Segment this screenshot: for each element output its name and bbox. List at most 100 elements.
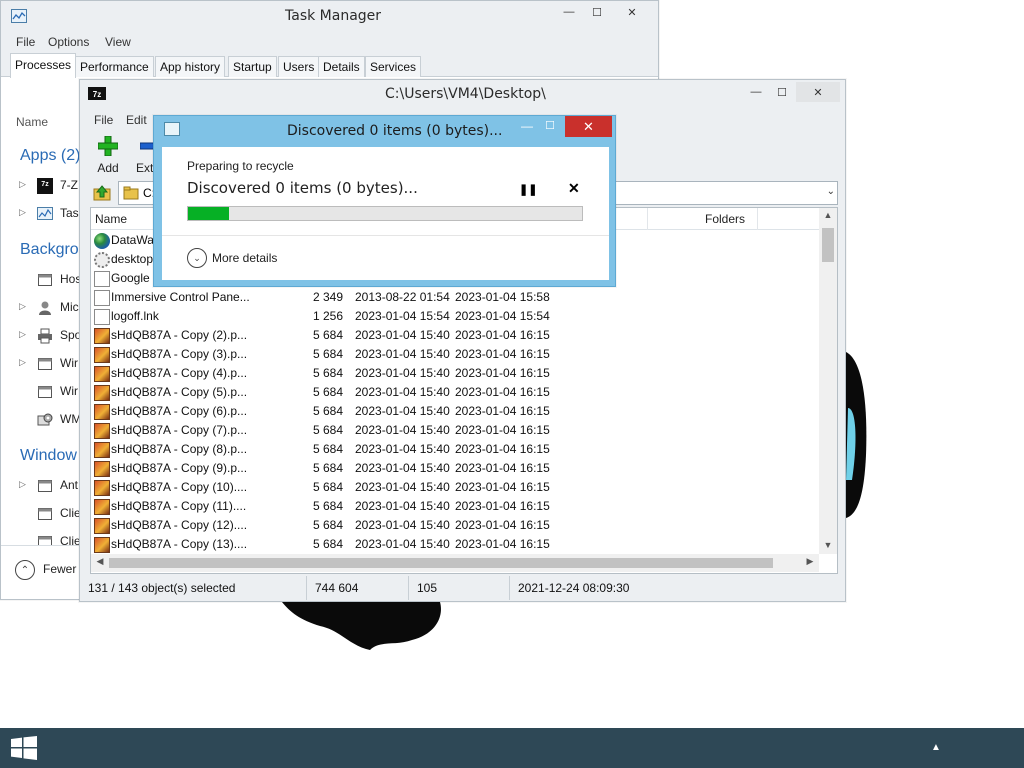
process-row[interactable]: ▷ 7z 7-Z — [1, 175, 91, 197]
expand-icon[interactable]: ▷ — [19, 179, 26, 190]
table-row[interactable]: sHdQB87A - Copy (3).p... 5 684 2023-01-04 … — [91, 345, 819, 364]
dialog-body: Preparing to recycle Discovered 0 items … — [162, 147, 609, 280]
table-row[interactable]: sHdQB87A - Copy (9).p... 5 684 2023-01-04 … — [91, 459, 819, 478]
close-button[interactable]: ✕ — [617, 2, 647, 22]
menu-options[interactable]: Options — [48, 35, 89, 49]
7zip-titlebar[interactable]: 7z C:\Users\VM4\Desktop\ — ☐ ✕ — [80, 80, 845, 106]
table-row[interactable]: sHdQB87A - Copy (2).p... 5 684 2023-01-04 … — [91, 326, 819, 345]
tab-startup[interactable]: Startup — [228, 56, 277, 77]
fewer-details-toggle[interactable]: ⌃ Fewer d — [1, 545, 91, 589]
menu-file[interactable]: File — [94, 113, 113, 127]
expand-icon[interactable]: ▷ — [19, 479, 26, 490]
tab-services[interactable]: Services — [365, 56, 422, 77]
table-row[interactable]: sHdQB87A - Copy (4).p... 5 684 2023-01-04 … — [91, 364, 819, 383]
table-row[interactable]: sHdQB87A - Copy (12).... 5 684 2023-01-04 … — [91, 516, 819, 535]
tab-performance[interactable]: Performance — [75, 56, 154, 77]
minimize-button[interactable]: — — [744, 82, 768, 102]
menu-edit[interactable]: Edit — [126, 113, 147, 127]
table-row[interactable]: logoff.lnk 1 256 2023-01-04 15:54 2023-01-0… — [91, 307, 819, 326]
start-button[interactable] — [8, 734, 40, 762]
process-row[interactable]: Clie — [1, 531, 91, 545]
scroll-right-icon[interactable]: ▶ — [802, 556, 818, 567]
scroll-thumb[interactable] — [822, 228, 834, 262]
process-row[interactable]: ▷ Ant — [1, 475, 91, 497]
up-folder-button[interactable] — [90, 181, 114, 205]
scroll-down-icon[interactable]: ▼ — [819, 540, 837, 556]
more-details-icon[interactable]: ⌄ — [187, 248, 207, 268]
status-bar: 131 / 143 object(s) selected 744 604 105… — [80, 576, 845, 600]
process-row[interactable]: Clie — [1, 503, 91, 525]
dialog-title: Discovered 0 items (0 bytes)... — [287, 123, 503, 139]
table-row[interactable]: sHdQB87A - Copy (13).... 5 684 2023-01-04 … — [91, 535, 819, 554]
column-header-name[interactable]: Name — [95, 212, 127, 226]
window-title: C:\Users\VM4\Desktop\ — [385, 86, 546, 102]
process-row[interactable]: Wir — [1, 381, 91, 403]
user-icon — [39, 301, 51, 315]
pause-icon[interactable]: ❚❚ — [519, 183, 537, 196]
file-name: sHdQB87A - Copy (6).p... — [111, 404, 248, 418]
tray-overflow-icon[interactable]: ▲ — [930, 742, 942, 754]
maximize-button[interactable]: ☐ — [539, 119, 561, 137]
file-size: 5 684 — [312, 442, 343, 456]
table-row[interactable]: sHdQB87A - Copy (5).p... 5 684 2023-01-04 … — [91, 383, 819, 402]
expand-icon[interactable]: ▷ — [19, 207, 26, 218]
column-separator[interactable] — [757, 208, 758, 230]
file-created: 2023-01-04 15:54 — [455, 309, 550, 323]
minimize-button[interactable]: — — [516, 119, 538, 137]
table-row[interactable]: sHdQB87A - Copy (6).p... 5 684 2023-01-04 … — [91, 402, 819, 421]
process-row[interactable]: Hos — [1, 269, 91, 291]
scroll-up-icon[interactable]: ▲ — [819, 210, 837, 226]
file-modified: 2023-01-04 15:40 — [355, 480, 450, 494]
expand-icon[interactable]: ▷ — [19, 329, 26, 340]
column-separator[interactable] — [647, 208, 648, 230]
maximize-button[interactable]: ☐ — [585, 2, 609, 22]
column-header-name[interactable]: Name — [16, 115, 48, 129]
scroll-thumb[interactable] — [109, 558, 773, 568]
expand-icon[interactable]: ▷ — [19, 357, 26, 368]
image-file-icon — [94, 423, 110, 439]
add-button[interactable]: Add — [84, 132, 132, 176]
expand-icon[interactable]: ▷ — [19, 301, 26, 312]
table-row[interactable]: sHdQB87A - Copy (11).... 5 684 2023-01-04 … — [91, 497, 819, 516]
maximize-button[interactable]: ☐ — [770, 82, 794, 102]
vertical-scrollbar[interactable]: ▲ ▼ — [819, 208, 837, 554]
tab-users[interactable]: Users — [278, 56, 320, 77]
file-size: 5 684 — [312, 385, 343, 399]
wallpaper-shape-bottom — [282, 602, 441, 650]
table-row[interactable]: sHdQB87A - Copy (8).p... 5 684 2023-01-04 … — [91, 440, 819, 459]
dropdown-icon[interactable]: ⌄ — [827, 186, 835, 197]
menu-file[interactable]: File — [16, 35, 35, 49]
process-row[interactable]: ▷ Spo — [1, 325, 91, 347]
scroll-left-icon[interactable]: ◀ — [92, 556, 108, 567]
process-row[interactable]: ▷ Tas — [1, 203, 91, 225]
close-icon: ✕ — [583, 119, 594, 134]
process-row[interactable]: ▷ Mic — [1, 297, 91, 319]
table-row[interactable]: sHdQB87A - Copy (7).p... 5 684 2023-01-04 … — [91, 421, 819, 440]
task-manager-titlebar[interactable]: Task Manager — ☐ ✕ — [1, 1, 658, 31]
stop-icon[interactable]: ✕ — [568, 180, 580, 197]
close-button[interactable]: ✕ — [565, 116, 612, 137]
process-row[interactable]: ▷ Wir — [1, 353, 91, 375]
column-header-folders[interactable]: Folders — [705, 212, 745, 226]
horizontal-scrollbar[interactable]: ◀ ▶ — [91, 554, 819, 572]
file-name: sHdQB87A - Copy (11).... — [111, 499, 247, 513]
file-created: 2023-01-04 16:15 — [455, 499, 550, 513]
table-row[interactable]: sHdQB87A - Copy (10).... 5 684 2023-01-04 … — [91, 478, 819, 497]
tab-processes[interactable]: Processes — [10, 53, 77, 78]
file-created: 2023-01-04 16:15 — [455, 328, 550, 342]
file-name: logoff.lnk — [111, 309, 159, 323]
process-row[interactable]: WM — [1, 409, 91, 431]
table-row[interactable]: Immersive Control Pane... 2 349 2013-08-22… — [91, 288, 819, 307]
file-size: 5 684 — [312, 518, 343, 532]
maximize-icon: ☐ — [545, 120, 555, 132]
menu-view[interactable]: View — [105, 35, 131, 49]
folder-up-icon — [93, 185, 111, 201]
close-icon: ✕ — [813, 86, 823, 99]
image-file-icon — [94, 442, 110, 458]
file-size: 5 684 — [312, 423, 343, 437]
minimize-button[interactable]: — — [557, 2, 581, 22]
close-button[interactable]: ✕ — [796, 82, 840, 102]
more-details-button[interactable]: More details — [212, 251, 277, 265]
tab-app-history[interactable]: App history — [155, 56, 226, 77]
tab-details[interactable]: Details — [318, 56, 365, 77]
